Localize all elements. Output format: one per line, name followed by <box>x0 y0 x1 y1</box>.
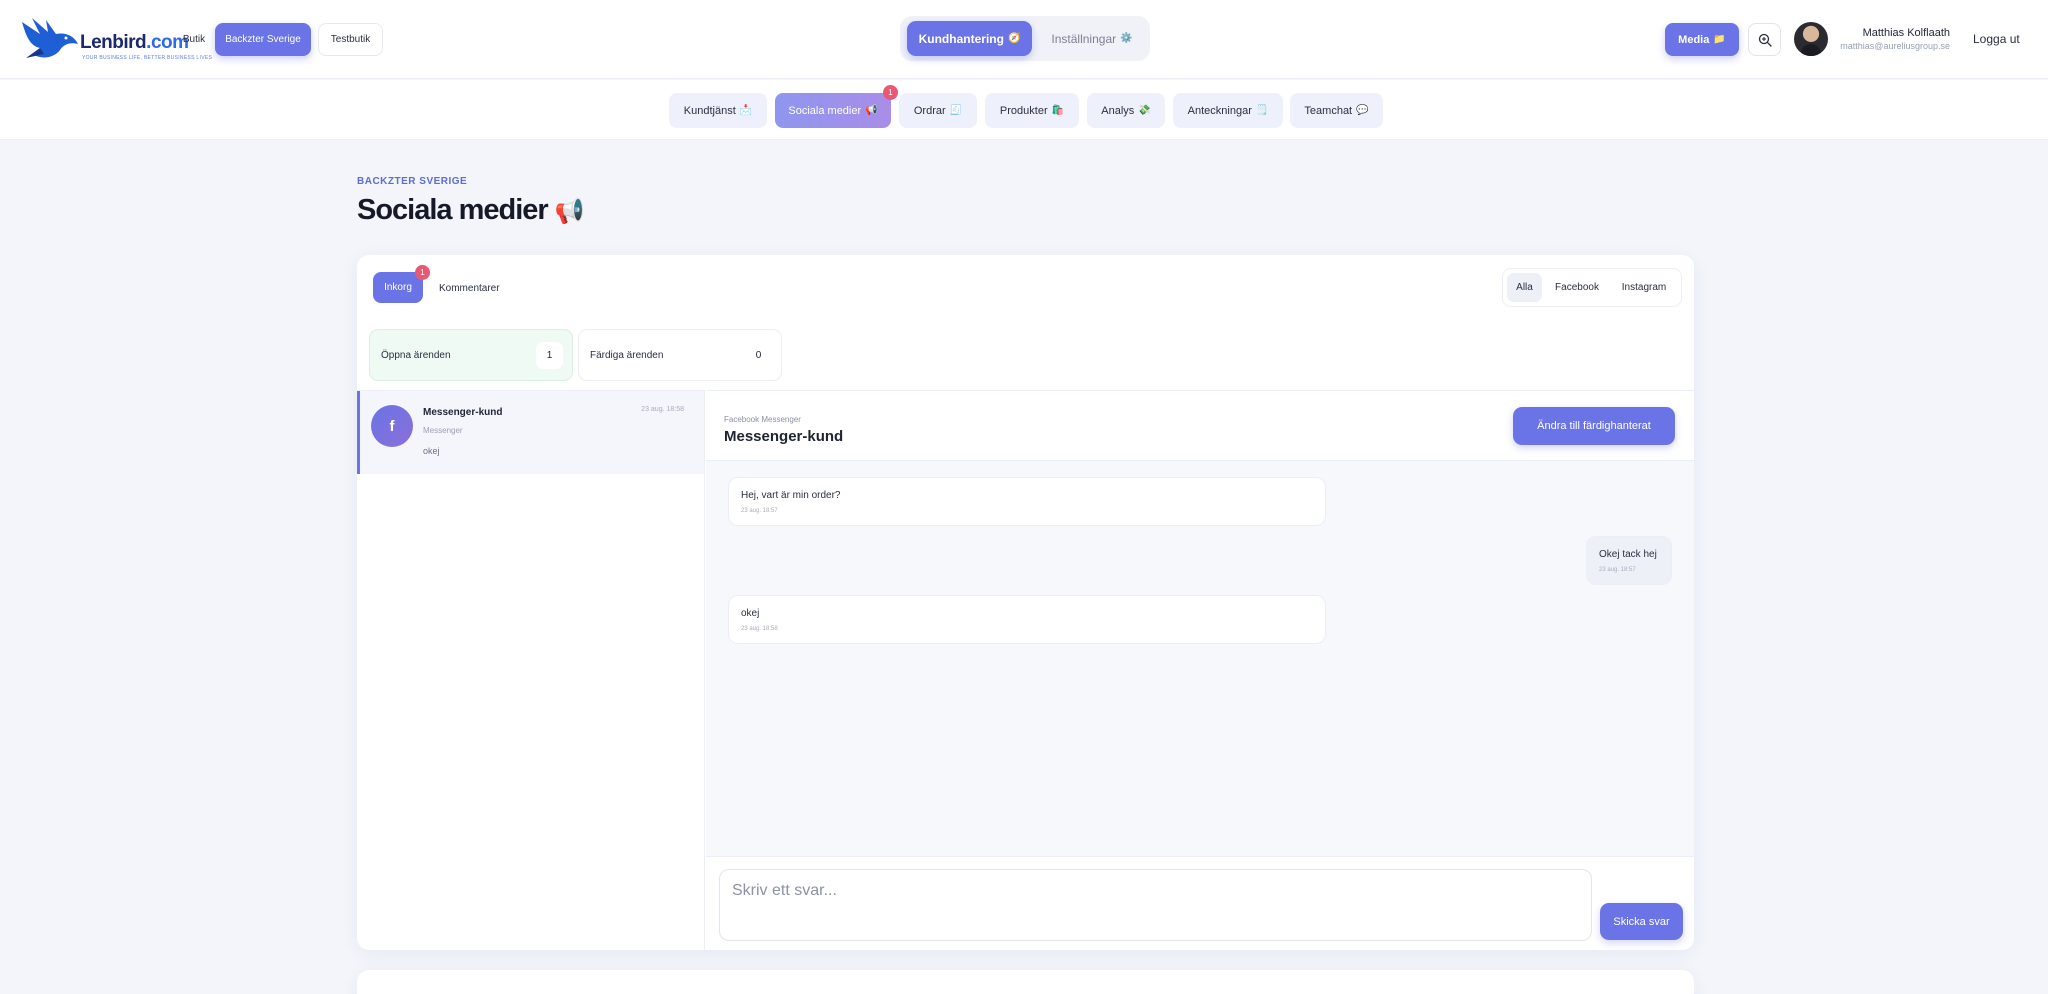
megaphone-icon: 📢 <box>865 105 878 116</box>
conversation-last-message: okej <box>423 446 440 456</box>
sub-navigation: Kundtjänst 📩 Sociala medier 📢 1 Ordrar 🧾… <box>0 80 2048 140</box>
stat-open-label: Öppna ärenden <box>381 350 451 361</box>
notepad-icon: 🗒️ <box>1255 105 1269 116</box>
subtab-sociala-medier-label: Sociala medier <box>788 104 862 117</box>
subtab-produkter-label: Produkter <box>999 104 1048 117</box>
subtab-ordrar-label: Ordrar <box>913 104 946 117</box>
user-email: matthias@aureliusgroup.se <box>1840 41 1950 51</box>
message-text: Okej tack hej <box>1599 549 1657 560</box>
store-backzter-sverige-button[interactable]: Backzter Sverige <box>215 23 311 56</box>
logo-wordmark: Lenbird.com <box>80 32 189 53</box>
send-reply-button[interactable]: Skicka svar <box>1600 903 1683 940</box>
money-icon: 💸 <box>1138 105 1151 116</box>
stat-open-cases[interactable]: Öppna ärenden 1 <box>369 329 573 381</box>
subtab-kundtjanst-label: Kundtjänst <box>683 104 736 117</box>
tab-installningar[interactable]: Inställningar ⚙️ <box>1038 21 1146 56</box>
media-button-label: Media <box>1678 33 1710 46</box>
sociala-medier-badge: 1 <box>883 85 898 100</box>
top-bar: Lenbird.com YOUR BUSINESS LIFE, BETTER B… <box>0 0 2048 79</box>
page-title-text: Sociala medier <box>357 194 549 226</box>
secondary-card <box>357 970 1694 994</box>
lenbird-logo[interactable]: Lenbird.com YOUR BUSINESS LIFE, BETTER B… <box>20 14 212 64</box>
message-time: 23 aug. 18:58 <box>741 626 778 632</box>
gear-icon: ⚙️ <box>1120 33 1133 44</box>
message-text: okej <box>741 608 760 619</box>
conversation-name: Messenger-kund <box>423 407 503 418</box>
subtab-kundtjanst[interactable]: Kundtjänst 📩 <box>669 93 767 128</box>
conversation-channel: Messenger <box>423 426 463 435</box>
message-outgoing: Okej tack hej 23 aug. 18:57 <box>1586 536 1672 585</box>
tab-kommentarer[interactable]: Kommentarer <box>439 283 500 294</box>
subtab-sociala-medier[interactable]: Sociala medier 📢 <box>775 93 891 128</box>
message-time: 23 aug. 18:57 <box>741 508 778 514</box>
chat-pane: Facebook Messenger Messenger-kund Ändra … <box>706 390 1694 950</box>
stat-done-cases[interactable]: Färdiga ärenden 0 <box>578 329 782 381</box>
folder-icon: 📁 <box>1713 34 1726 45</box>
user-avatar[interactable] <box>1794 22 1828 56</box>
inkorg-badge: 1 <box>415 265 430 280</box>
megaphone-icon: 📢 <box>554 198 585 225</box>
subtab-anteckningar[interactable]: Anteckningar 🗒️ <box>1173 93 1283 128</box>
tab-kundhantering[interactable]: Kundhantering 🧭 <box>907 21 1032 56</box>
message-incoming: okej 23 aug. 18:58 <box>728 595 1326 644</box>
conversation-time: 23 aug. 18:58 <box>641 406 684 413</box>
store-butik-button[interactable]: Butik <box>178 23 210 56</box>
stat-done-value: 0 <box>745 342 772 369</box>
mark-resolved-button[interactable]: Ändra till färdighanterat <box>1513 407 1675 445</box>
shopping-bags-icon: 🛍️ <box>1051 105 1065 116</box>
inbox-tray-icon: 📩 <box>739 105 753 116</box>
conversation-list: f Messenger-kund Messenger okej 23 aug. … <box>357 390 705 950</box>
reply-input[interactable] <box>719 869 1592 941</box>
social-inbox-card: Inkorg 1 Kommentarer Alla Facebook Insta… <box>357 255 1694 950</box>
channel-filter: Alla Facebook Instagram <box>1502 268 1682 307</box>
media-button[interactable]: Media 📁 <box>1665 23 1739 56</box>
filter-instagram[interactable]: Instagram <box>1611 273 1677 302</box>
chat-header: Facebook Messenger Messenger-kund Ändra … <box>706 391 1694 461</box>
page-eyebrow: BACKZTER SVERIGE <box>357 176 468 187</box>
store-testbutik-button[interactable]: Testbutik <box>318 23 383 56</box>
filter-alla[interactable]: Alla <box>1507 273 1542 302</box>
page-title: Sociala medier 📢 <box>357 194 585 227</box>
compass-icon: 🧭 <box>1007 33 1021 44</box>
user-name: Matthias Kolflaath <box>1862 27 1950 39</box>
list-item[interactable]: f Messenger-kund Messenger okej 23 aug. … <box>357 391 704 474</box>
facebook-avatar-icon: f <box>371 405 413 447</box>
filter-facebook[interactable]: Facebook <box>1547 273 1607 302</box>
receipt-icon: 🧾 <box>949 105 963 116</box>
zoom-button[interactable] <box>1748 23 1781 56</box>
chat-contact-name: Messenger-kund <box>724 428 844 445</box>
subtab-ordrar[interactable]: Ordrar 🧾 <box>899 93 977 128</box>
reply-composer: Skicka svar <box>706 856 1694 950</box>
chat-source: Facebook Messenger <box>724 415 801 424</box>
tab-installningar-label: Inställningar <box>1051 31 1117 46</box>
subtab-teamchat-label: Teamchat <box>1304 104 1353 117</box>
stat-done-label: Färdiga ärenden <box>590 350 664 361</box>
zoom-in-icon <box>1758 33 1772 47</box>
message-text: Hej, vart är min order? <box>741 490 841 501</box>
subtab-produkter[interactable]: Produkter 🛍️ <box>985 93 1079 128</box>
main-tabs: Kundhantering 🧭 Inställningar ⚙️ <box>900 16 1150 61</box>
subtab-analys-label: Analys <box>1101 104 1135 117</box>
message-time: 23 aug. 18:57 <box>1599 567 1636 573</box>
message-incoming: Hej, vart är min order? 23 aug. 18:57 <box>728 477 1326 526</box>
bird-logo-icon <box>22 18 78 58</box>
tab-kundhantering-label: Kundhantering <box>918 31 1004 46</box>
stat-open-value: 1 <box>536 342 563 369</box>
subtab-teamchat[interactable]: Teamchat 💬 <box>1290 93 1383 128</box>
subtab-anteckningar-label: Anteckningar <box>1187 104 1252 117</box>
subtab-analys[interactable]: Analys 💸 <box>1087 93 1165 128</box>
speech-bubble-icon: 💬 <box>1356 105 1369 116</box>
logout-link[interactable]: Logga ut <box>1973 32 2020 46</box>
